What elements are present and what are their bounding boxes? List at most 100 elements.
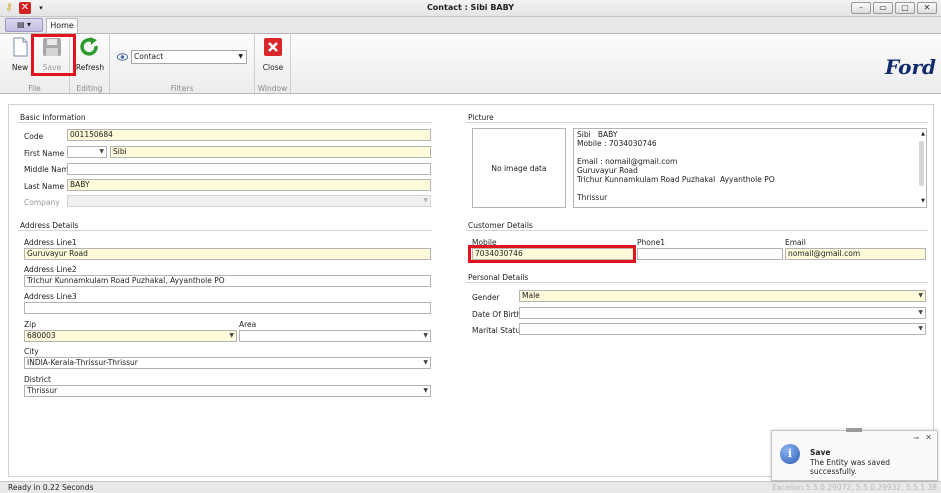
first-name-field[interactable]: Sibi bbox=[110, 146, 431, 158]
district-label: District bbox=[24, 375, 51, 384]
zip-label: Zip bbox=[24, 320, 36, 329]
gender-value: Male bbox=[522, 291, 540, 300]
marital-status-label: Marital Status bbox=[472, 326, 525, 335]
chevron-down-icon: ▼ bbox=[918, 325, 923, 332]
district-select[interactable]: Thrissur ▼ bbox=[24, 385, 431, 397]
ford-logo: Ford bbox=[885, 55, 936, 79]
title-bar: ⚷ ✕ ▾ Contact : Sibi BABY – ▭ ▢ ✕ bbox=[0, 0, 941, 17]
divider bbox=[466, 122, 928, 123]
divider bbox=[18, 230, 432, 231]
minimize-button[interactable]: – bbox=[851, 2, 871, 14]
contact-summary: Sibi BABY Mobile : 7034030746 Email : no… bbox=[577, 130, 775, 202]
company-label: Company bbox=[24, 198, 60, 207]
marital-status-select[interactable]: ▼ bbox=[519, 323, 926, 335]
chevron-down-icon: ▼ bbox=[99, 148, 104, 155]
close-icon bbox=[264, 38, 282, 56]
first-name-label: First Name bbox=[24, 149, 65, 158]
address-line3-field[interactable] bbox=[24, 302, 431, 314]
middle-name-field[interactable] bbox=[67, 163, 431, 175]
picture-box[interactable]: No image data bbox=[472, 128, 566, 208]
close-button[interactable]: Close bbox=[258, 37, 288, 73]
status-bar: Ready in 0.22 Seconds Excellon 5.5.0.290… bbox=[0, 481, 941, 493]
refresh-button[interactable]: Refresh bbox=[75, 37, 105, 73]
chevron-down-icon: ▼ bbox=[423, 387, 428, 394]
contact-summary-text: Sibi BABY Mobile : 7034030746 Email : no… bbox=[573, 128, 927, 208]
scrollbar-thumb[interactable] bbox=[919, 141, 924, 186]
chevron-down-icon: ▼ bbox=[423, 359, 428, 366]
district-value: Thrissur bbox=[27, 386, 58, 395]
date-of-birth-label: Date Of Birth bbox=[472, 310, 522, 319]
company-select: ▼ bbox=[67, 195, 431, 207]
email-label: Email bbox=[785, 238, 806, 247]
version-text: Excellon 5.5.0.29072, 5.5.0.29932, 5.5.1… bbox=[772, 483, 937, 492]
new-document-icon bbox=[13, 37, 28, 57]
refresh-label: Refresh bbox=[75, 63, 105, 72]
pin-icon[interactable]: ⊸ bbox=[913, 434, 919, 442]
address-line2-label: Address Line2 bbox=[24, 265, 77, 274]
zip-value: 680003 bbox=[27, 331, 56, 340]
divider bbox=[466, 282, 928, 283]
notification-message: The Entity was saved successfully. bbox=[810, 458, 890, 476]
filter-value: Contact bbox=[134, 52, 164, 61]
maximize-button[interactable]: ▢ bbox=[895, 2, 915, 14]
scroll-down-icon[interactable]: ▼ bbox=[921, 197, 925, 206]
notification-title: Save bbox=[810, 448, 831, 457]
section-address-details: Address Details bbox=[20, 221, 79, 230]
email-field[interactable]: nomail@gmail.com bbox=[785, 248, 926, 260]
phone1-label: Phone1 bbox=[637, 238, 666, 247]
refresh-icon bbox=[80, 37, 98, 56]
tab-home[interactable]: Home bbox=[46, 18, 78, 33]
close-icon[interactable]: ✕ bbox=[925, 433, 932, 442]
window-title: Contact : Sibi BABY bbox=[426, 3, 515, 12]
restore-button[interactable]: ▭ bbox=[873, 2, 893, 14]
salutation-select[interactable]: ▼ bbox=[67, 146, 107, 158]
notification-grip[interactable] bbox=[846, 428, 862, 432]
area-label: Area bbox=[239, 320, 257, 329]
save-notification: ⊸ ✕ i Save The Entity was saved successf… bbox=[771, 428, 938, 481]
save-highlight-box bbox=[31, 34, 76, 76]
address-line2-field[interactable]: Trichur Kunnamkulam Road Puzhakal, Ayyan… bbox=[24, 275, 431, 287]
scroll-up-icon[interactable]: ▲ bbox=[921, 130, 925, 139]
section-personal-details: Personal Details bbox=[468, 273, 529, 282]
gender-label: Gender bbox=[472, 293, 500, 302]
date-of-birth-field[interactable]: ▼ bbox=[519, 307, 926, 319]
last-name-field[interactable]: BABY bbox=[67, 179, 431, 191]
ribbon-group-filters: Filters bbox=[110, 34, 255, 95]
middle-name-label: Middle Name bbox=[24, 165, 74, 174]
section-picture: Picture bbox=[468, 113, 494, 122]
info-icon: i bbox=[780, 444, 800, 464]
chevron-down-icon: ▼ bbox=[229, 332, 234, 339]
chevron-down-icon: ▼ bbox=[918, 292, 923, 299]
ribbon-tab-strip: ▤ ▾ Home bbox=[0, 17, 941, 33]
address-line3-label: Address Line3 bbox=[24, 292, 77, 301]
last-name-label: Last Name bbox=[24, 182, 65, 191]
close-window-button[interactable]: ✕ bbox=[917, 2, 937, 14]
group-label-editing: Editing bbox=[76, 84, 103, 93]
ribbon-group-window: Close Window bbox=[255, 34, 291, 95]
divider bbox=[466, 230, 928, 231]
address-line1-field[interactable]: Guruvayur Road bbox=[24, 248, 431, 260]
city-select[interactable]: INDIA-Kerala-Thrissur-Thrissur ▼ bbox=[24, 357, 431, 369]
code-field[interactable]: 001150684 bbox=[67, 129, 431, 141]
application-menu-button[interactable]: ▤ ▾ bbox=[5, 18, 43, 32]
group-label-filters: Filters bbox=[170, 84, 194, 93]
code-label: Code bbox=[24, 132, 44, 141]
status-text: Ready in 0.22 Seconds bbox=[8, 483, 94, 492]
chevron-down-icon: ▼ bbox=[918, 309, 923, 316]
gender-select[interactable]: Male ▼ bbox=[519, 290, 926, 302]
zip-select[interactable]: 680003 ▼ bbox=[24, 330, 237, 342]
address-line1-label: Address Line1 bbox=[24, 238, 77, 247]
section-basic-information: Basic Information bbox=[20, 113, 86, 122]
phone1-field[interactable] bbox=[637, 248, 783, 260]
divider bbox=[18, 122, 432, 123]
city-value: INDIA-Kerala-Thrissur-Thrissur bbox=[27, 358, 138, 367]
eye-icon bbox=[117, 53, 128, 61]
filter-select[interactable]: Contact ▼ bbox=[131, 50, 247, 64]
chevron-down-icon: ▼ bbox=[423, 197, 428, 204]
ribbon-group-editing: Refresh Editing bbox=[70, 34, 110, 95]
group-label-file: File bbox=[28, 84, 41, 93]
section-customer-details: Customer Details bbox=[468, 221, 533, 230]
area-select[interactable]: ▼ bbox=[239, 330, 431, 342]
chevron-down-icon: ▼ bbox=[238, 53, 243, 60]
close-label: Close bbox=[262, 63, 284, 72]
